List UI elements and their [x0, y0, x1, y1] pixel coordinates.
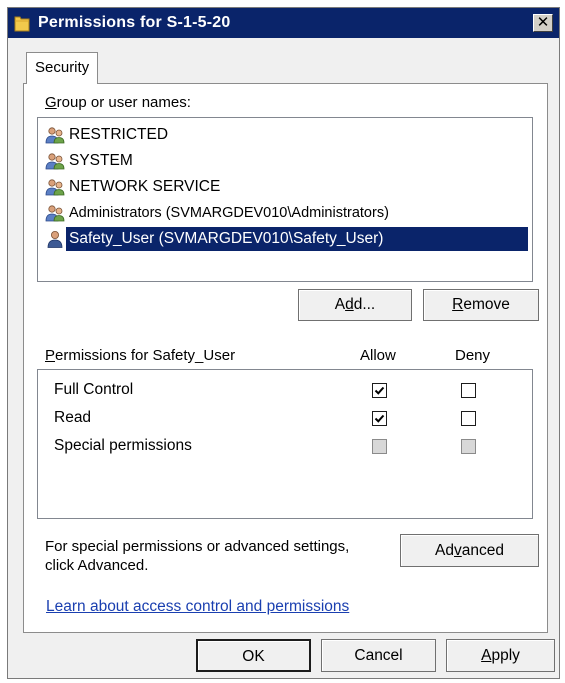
- group-list-label: Group or user names:: [45, 94, 191, 111]
- permission-row: Special permissions: [38, 434, 532, 460]
- list-item[interactable]: SYSTEM: [42, 149, 528, 173]
- permission-name: Special permissions: [54, 437, 192, 454]
- deny-checkbox[interactable]: [461, 383, 476, 398]
- permissions-dialog: Permissions for S-1-5-20 ✕ Security Grou…: [7, 7, 560, 679]
- tab-security-label: Security: [35, 59, 90, 76]
- title-bar[interactable]: Permissions for S-1-5-20 ✕: [8, 8, 559, 38]
- allow-checkbox[interactable]: [372, 383, 387, 398]
- cancel-button[interactable]: Cancel: [321, 639, 436, 672]
- tab-security[interactable]: Security: [26, 52, 99, 84]
- close-button[interactable]: ✕: [533, 14, 553, 32]
- list-item-name: RESTRICTED: [69, 126, 169, 143]
- allow-column-header: Allow: [360, 347, 396, 364]
- permission-name: Read: [54, 409, 92, 426]
- list-item[interactable]: Administrators (SVMARGDEV010\Administrat…: [42, 201, 528, 225]
- list-item[interactable]: RESTRICTED: [42, 123, 528, 147]
- allow-checkbox[interactable]: [372, 411, 387, 426]
- permissions-listbox[interactable]: Full Control Read Special permissions: [37, 369, 533, 519]
- deny-column-header: Deny: [455, 347, 491, 364]
- list-item-name: Safety_User (SVMARGDEV010\Safety_User): [69, 230, 384, 247]
- permission-name: Full Control: [54, 381, 134, 398]
- permissions-label: Permissions for Safety_User: [45, 347, 236, 364]
- list-item-name: Administrators (SVMARGDEV010\Administrat…: [69, 205, 389, 221]
- user-icon: [47, 231, 63, 248]
- list-item-name: NETWORK SERVICE: [69, 178, 221, 195]
- remove-button[interactable]: Remove: [423, 289, 539, 321]
- list-item-selected[interactable]: Safety_User (SVMARGDEV010\Safety_User): [42, 227, 528, 251]
- group-user-listbox[interactable]: RESTRICTED SYSTEM NETWORK SERVICE Admini…: [37, 117, 533, 282]
- add-button[interactable]: Add...: [298, 289, 412, 321]
- close-icon: ✕: [536, 13, 550, 31]
- advanced-button[interactable]: Advanced: [400, 534, 539, 567]
- group-icon: [45, 153, 65, 170]
- list-item-name: SYSTEM: [69, 152, 133, 169]
- ok-button[interactable]: OK: [196, 639, 311, 672]
- deny-checkbox-disabled: [461, 439, 476, 454]
- allow-checkbox-disabled: [372, 439, 387, 454]
- group-icon: [45, 127, 65, 144]
- group-icon: [45, 179, 65, 196]
- list-item[interactable]: NETWORK SERVICE: [42, 175, 528, 199]
- checkmark-icon: [374, 414, 385, 423]
- checkmark-icon: [374, 386, 385, 395]
- window-title: Permissions for S-1-5-20: [38, 14, 231, 31]
- group-icon: [45, 205, 65, 222]
- advanced-hint-text: For special permissions or advanced sett…: [45, 538, 350, 574]
- apply-button[interactable]: Apply: [446, 639, 555, 672]
- deny-checkbox[interactable]: [461, 411, 476, 426]
- permission-row: Read: [38, 406, 532, 432]
- permission-row: Full Control: [38, 378, 532, 404]
- help-link[interactable]: Learn about access control and permissio…: [46, 598, 349, 616]
- folder-icon: [14, 16, 30, 32]
